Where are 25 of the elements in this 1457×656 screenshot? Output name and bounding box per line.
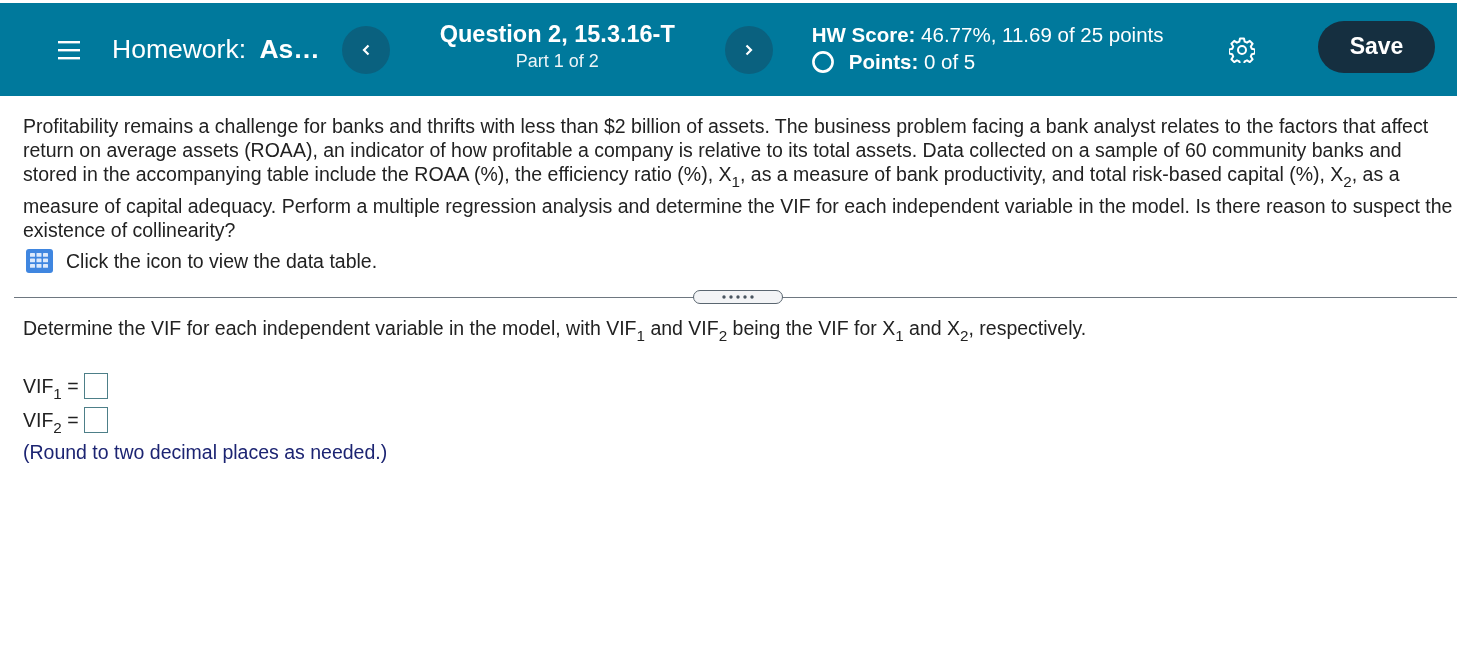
- homework-title: Homework: As…: [112, 34, 320, 65]
- table-icon: [26, 249, 53, 274]
- question-title: Question 2, 15.3.16-T: [439, 21, 675, 48]
- rounding-note: (Round to two decimal places as needed.): [23, 441, 389, 465]
- chevron-left-icon: [361, 43, 370, 56]
- answer-box[interactable]: [83, 407, 108, 434]
- question-text: Profitability remains a challenge for banks and thrifts with less than $2 billion of assets. The business problem facing a bank analyst relates to the factors that affect return on average assets (ROAA), an indicator of how profitable a company is relative to its total assets. Data collected on a sample of 60 community banks and stored in the accompanying table include the ROAA (%), the efficiency ratio (%), X$_{1}$, as a measure of bank productivity, and total risk-based capital (%), X$_{2}$, as a measure of capital adequacy. Perform a multiple regression analysis and determine the VIF for each independent variable in the model. Is there reason to suspect the existence of collinearity?: [23, 114, 1454, 243]
- dots-icon: [722, 295, 754, 300]
- hw-score: HW Score: 46.77%, 11.69 of 25 points: [811, 23, 1164, 47]
- menu-icon: [58, 39, 80, 60]
- answer-label: VIF$_{2}$ =: [23, 408, 79, 434]
- data-table-button[interactable]: [26, 249, 53, 274]
- prompt-text: Determine the VIF for each independent variable in the model, with VIF$_{1}$ and VIF$_{2}$ being the VIF for X$_{1}$ and X$_{2}$, respectively.: [23, 317, 1088, 347]
- answer-box[interactable]: [83, 373, 108, 400]
- expand-button[interactable]: [693, 290, 783, 305]
- points-text: Points: 0 of 5: [848, 50, 976, 74]
- menu-button[interactable]: [58, 39, 80, 60]
- settings-button[interactable]: [1229, 36, 1255, 63]
- save-button[interactable]: Save: [1318, 20, 1435, 73]
- chevron-right-icon: [744, 43, 753, 56]
- question-part: Part 1 of 2: [515, 51, 599, 72]
- data-table-hint: Click the icon to view the data table.: [66, 249, 378, 273]
- circle-icon: [811, 51, 834, 73]
- answer-label: VIF$_{1}$ =: [23, 374, 79, 400]
- settings-icon: [1229, 36, 1255, 63]
